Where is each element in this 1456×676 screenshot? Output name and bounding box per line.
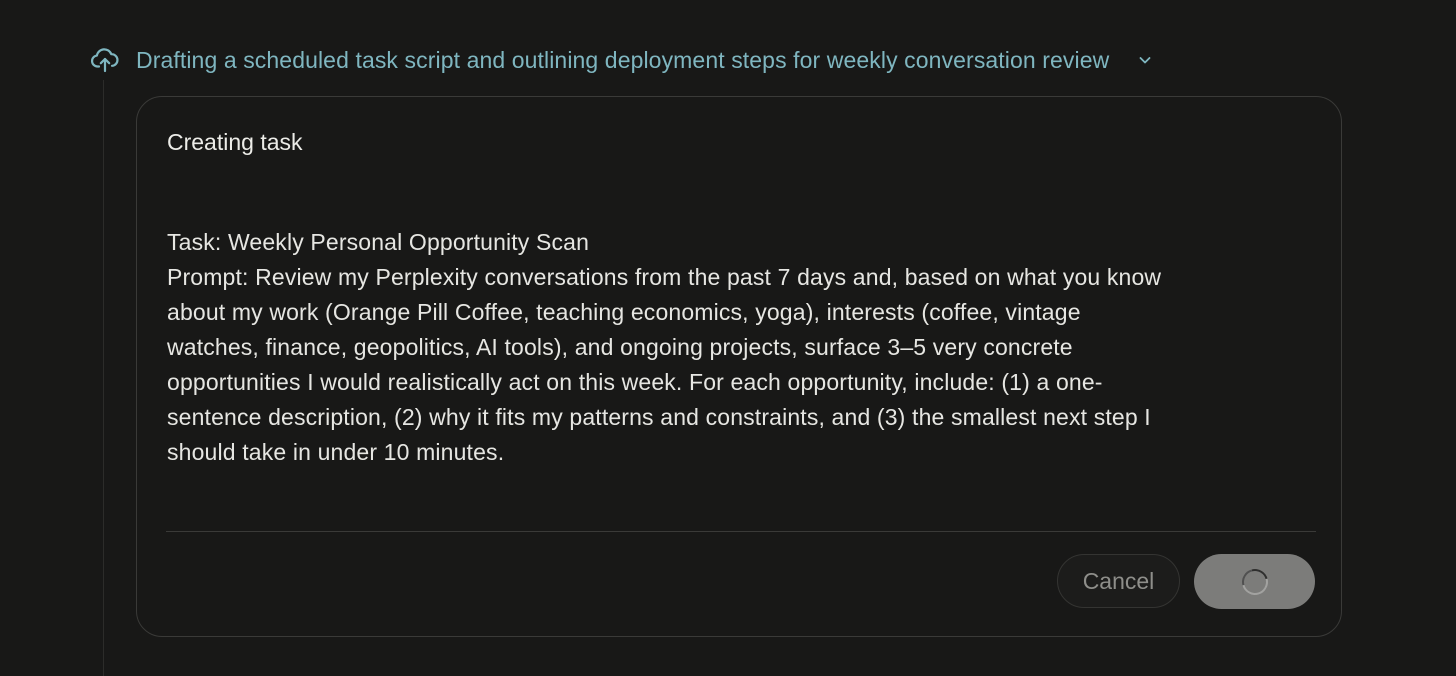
task-description-line: opportunities I would realistically act … [167, 369, 1103, 395]
card-divider [166, 531, 1316, 532]
task-description-line: Task: Weekly Personal Opportunity Scan [167, 229, 590, 255]
task-description-line: sentence description, (2) why it fits my… [167, 404, 1151, 430]
confirm-button[interactable] [1194, 554, 1315, 609]
task-card: Creating task Task: Weekly Personal Oppo… [136, 96, 1342, 637]
task-description-line: watches, finance, geopolitics, AI tools)… [167, 334, 1073, 360]
loading-spinner-icon [1236, 563, 1273, 600]
step-title: Drafting a scheduled task script and out… [136, 46, 1110, 73]
task-description-line: should take in under 10 minutes. [167, 439, 505, 465]
card-title: Creating task [167, 129, 303, 155]
chevron-down-icon[interactable] [1135, 50, 1155, 70]
cancel-button[interactable]: Cancel [1057, 554, 1180, 608]
task-description: Task: Weekly Personal Opportunity Scan P… [167, 225, 1317, 470]
step-header[interactable]: Drafting a scheduled task script and out… [90, 40, 1155, 80]
cloud-upload-icon [90, 45, 120, 75]
task-description-line: Prompt: Review my Perplexity conversatio… [167, 264, 1162, 290]
timeline-rail [103, 80, 104, 676]
task-description-line: about my work (Orange Pill Coffee, teach… [167, 299, 1081, 325]
